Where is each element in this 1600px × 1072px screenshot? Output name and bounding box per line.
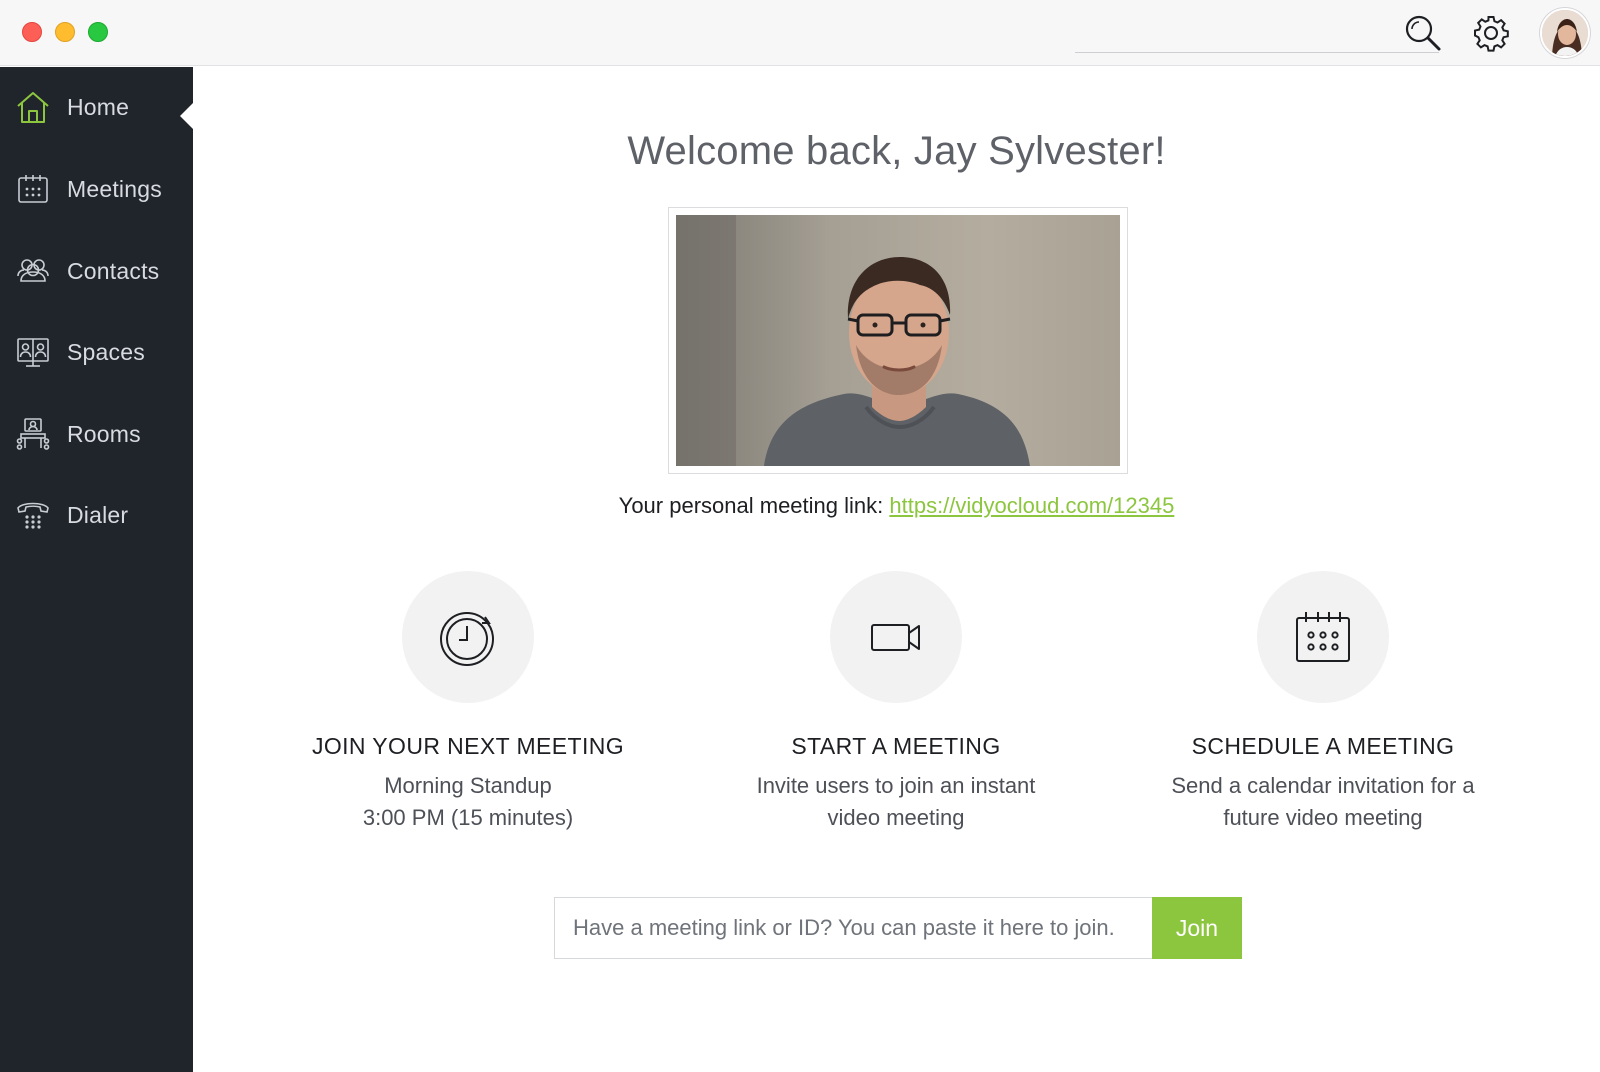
action-description: Send a calendar invitation for a future … bbox=[1143, 770, 1503, 834]
action-description-line: Invite users to join an instant bbox=[756, 773, 1036, 798]
action-description-line: future video meeting bbox=[1223, 805, 1423, 830]
sidebar-item-label: Contacts bbox=[67, 258, 160, 284]
phone-icon bbox=[17, 502, 49, 529]
sidebar-item-meetings[interactable]: Meetings bbox=[0, 154, 193, 224]
title-bar bbox=[0, 0, 1600, 66]
personal-meeting-link[interactable]: https://vidyocloud.com/12345 bbox=[889, 493, 1174, 518]
join-bar: Join bbox=[554, 897, 1242, 959]
self-view-video bbox=[668, 207, 1128, 474]
spaces-icon bbox=[17, 338, 49, 367]
sidebar-item-label: Dialer bbox=[67, 502, 129, 528]
sidebar-item-label: Rooms bbox=[67, 421, 141, 447]
rooms-icon bbox=[16, 418, 50, 450]
search-field-underline[interactable] bbox=[1075, 52, 1439, 53]
clock-icon bbox=[440, 612, 494, 666]
zoom-window-button[interactable] bbox=[88, 22, 108, 42]
action-description-line: Send a calendar invitation for a bbox=[1171, 773, 1475, 798]
camera-preview bbox=[676, 215, 1120, 466]
close-window-button[interactable] bbox=[22, 22, 42, 42]
join-next-meeting-button[interactable] bbox=[402, 571, 534, 703]
video-camera-icon bbox=[871, 624, 920, 651]
minimize-window-button[interactable] bbox=[55, 22, 75, 42]
sidebar-item-label: Meetings bbox=[67, 176, 162, 202]
action-description: Invite users to join an instant video me… bbox=[716, 770, 1076, 834]
action-description: Morning Standup 3:00 PM (15 minutes) bbox=[288, 770, 648, 834]
user-avatar[interactable] bbox=[1540, 8, 1590, 58]
action-title[interactable]: START A MEETING bbox=[716, 733, 1076, 760]
sidebar: Home Meetings Contacts Spaces Rooms Dial… bbox=[0, 67, 194, 1072]
join-next-meeting-card[interactable]: JOIN YOUR NEXT MEETING Morning Standup 3… bbox=[288, 571, 648, 834]
sidebar-item-home[interactable]: Home bbox=[0, 72, 194, 142]
personal-link-label: Your personal meeting link: bbox=[618, 493, 884, 518]
next-meeting-name: Morning Standup bbox=[384, 773, 552, 798]
gear-icon[interactable] bbox=[1472, 14, 1510, 52]
sidebar-item-label: Home bbox=[67, 94, 130, 120]
action-description-line: video meeting bbox=[827, 805, 965, 830]
start-meeting-card[interactable]: START A MEETING Invite users to join an … bbox=[716, 571, 1076, 834]
next-meeting-time: 3:00 PM (15 minutes) bbox=[362, 805, 574, 830]
welcome-heading: Welcome back, Jay Sylvester! bbox=[627, 129, 1166, 173]
sidebar-item-contacts[interactable]: Contacts bbox=[0, 236, 193, 306]
calendar-icon bbox=[1296, 612, 1350, 662]
personal-link-row: Your personal meeting link: https://vidy… bbox=[193, 493, 1600, 519]
sidebar-item-dialer[interactable]: Dialer bbox=[0, 480, 193, 550]
meeting-link-input[interactable] bbox=[554, 897, 1152, 959]
schedule-meeting-button[interactable] bbox=[1257, 571, 1389, 703]
sidebar-item-rooms[interactable]: Rooms bbox=[0, 399, 193, 469]
sidebar-item-label: Spaces bbox=[67, 339, 145, 365]
contacts-icon bbox=[17, 259, 49, 282]
action-title[interactable]: JOIN YOUR NEXT MEETING bbox=[288, 733, 648, 760]
join-button[interactable]: Join bbox=[1152, 897, 1242, 959]
sidebar-item-spaces[interactable]: Spaces bbox=[0, 317, 193, 387]
active-indicator bbox=[180, 102, 194, 130]
calendar-icon bbox=[18, 175, 48, 203]
schedule-meeting-card[interactable]: SCHEDULE A MEETING Send a calendar invit… bbox=[1143, 571, 1503, 834]
home-icon bbox=[17, 92, 49, 123]
action-title[interactable]: SCHEDULE A MEETING bbox=[1143, 733, 1503, 760]
app-window: Home Meetings Contacts Spaces Rooms Dial… bbox=[0, 0, 1600, 1072]
main-content: Welcome back, Jay Sylvester! Your person… bbox=[193, 67, 1600, 1072]
search-icon[interactable] bbox=[1404, 14, 1442, 52]
start-meeting-button[interactable] bbox=[830, 571, 962, 703]
